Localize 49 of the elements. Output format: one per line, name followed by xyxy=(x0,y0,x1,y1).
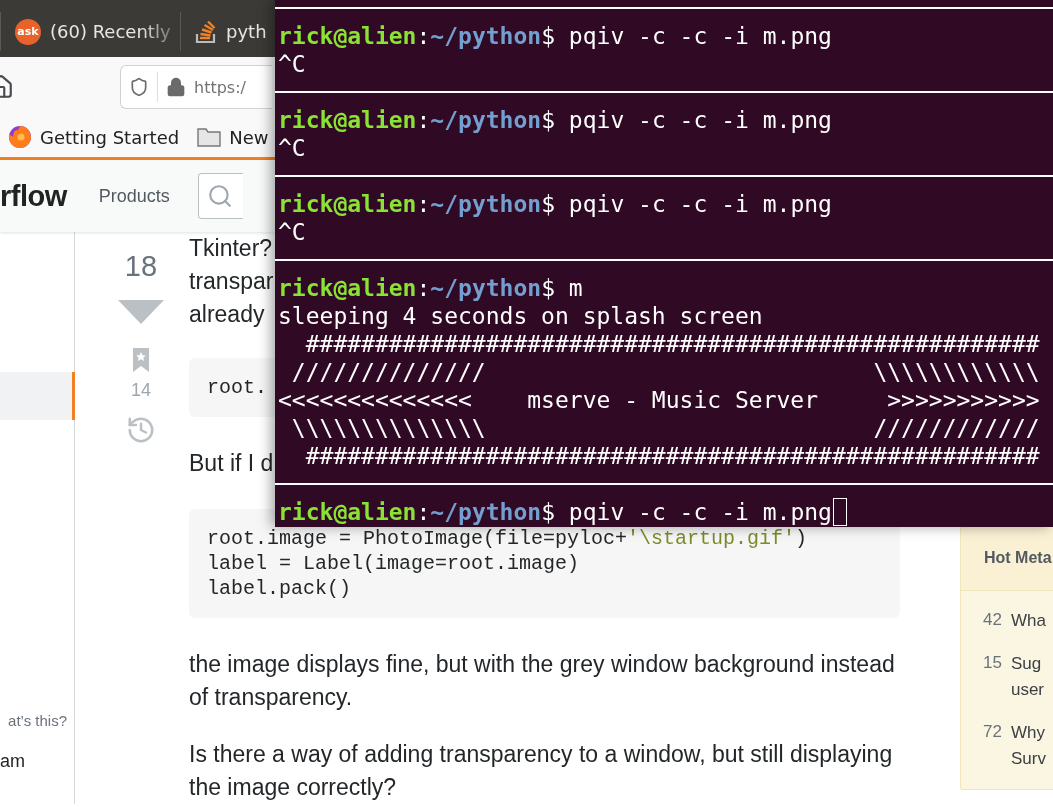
terminal-prompt-line: rick@alien:~/python$ pqiv -c -c -i m.png xyxy=(278,22,832,50)
vote-count: 18 xyxy=(124,249,158,284)
bookmark-item[interactable]: New xyxy=(197,126,269,148)
stack-logo-icon xyxy=(195,19,217,44)
history-icon[interactable] xyxy=(126,415,156,445)
post-title[interactable]: Surv xyxy=(1010,746,1046,772)
body-text: already xyxy=(189,301,265,327)
sidebar-text: at’s this? xyxy=(8,712,67,729)
post-title[interactable]: user xyxy=(1010,677,1044,703)
post-count: 42 xyxy=(983,609,1002,631)
nav-item[interactable] xyxy=(0,372,75,420)
post-title[interactable]: Sug xyxy=(1010,651,1044,677)
terminal-prompt-line: rick@alien:~/python$ pqiv -c -c -i m.png xyxy=(278,190,832,218)
search-icon xyxy=(206,183,233,209)
terminal-output-line: ^C xyxy=(278,218,306,246)
post-count: 72 xyxy=(983,721,1002,743)
site-logo[interactable]: rflow xyxy=(0,179,67,213)
shield-icon[interactable] xyxy=(129,77,149,97)
tab-title[interactable]: (60) Recently xyxy=(50,21,171,42)
bookmark-count: 14 xyxy=(131,380,151,401)
post-count: 15 xyxy=(983,652,1002,674)
terminal-output-line: \\\\\\\\\\\\\\ //////////// xyxy=(290,414,1040,442)
body-paragraph: Is there a way of adding transparency to a window, but still displaying the image correctly? xyxy=(189,740,894,802)
browser-logo-icon xyxy=(8,125,32,149)
ask-logo-icon: ask xyxy=(15,18,41,45)
body-text: transpar xyxy=(189,268,274,294)
post-title[interactable]: Why xyxy=(1010,720,1046,746)
tab-title[interactable]: pyth xyxy=(226,21,267,42)
terminal-output-line: ^C xyxy=(278,50,306,78)
terminal-output-line: ##################################################### xyxy=(304,442,1040,470)
terminal-prompt-line: rick@alien:~/python$ pqiv -c -c -i m.png xyxy=(278,106,832,134)
bookmark-item[interactable]: Getting Started xyxy=(8,125,180,149)
terminal-output-line: ^C xyxy=(278,134,306,162)
folder-icon xyxy=(197,127,222,147)
terminal-output-line: ##################################################### xyxy=(304,330,1040,358)
downvote-icon[interactable] xyxy=(118,300,164,324)
panel-title: Hot Meta xyxy=(984,548,1052,567)
lock-icon[interactable] xyxy=(166,77,186,97)
sidebar-text: am xyxy=(0,751,25,772)
terminal-prompt-line: rick@alien:~/python$ m xyxy=(278,274,583,302)
body-text: But if I d xyxy=(189,450,274,476)
bookmark-icon[interactable] xyxy=(133,348,149,372)
nav-link[interactable]: Products xyxy=(98,185,170,207)
body-text: Tkinter? xyxy=(189,235,273,261)
terminal-output-line: sleeping 4 seconds on splash screen xyxy=(278,302,763,330)
search-field[interactable] xyxy=(197,173,243,219)
address-field[interactable]: https:/ xyxy=(120,65,272,109)
body-paragraph: the image displays fine, but with the grey window background instead of transparency. xyxy=(189,650,896,712)
post-title[interactable]: Wha xyxy=(1010,608,1046,634)
